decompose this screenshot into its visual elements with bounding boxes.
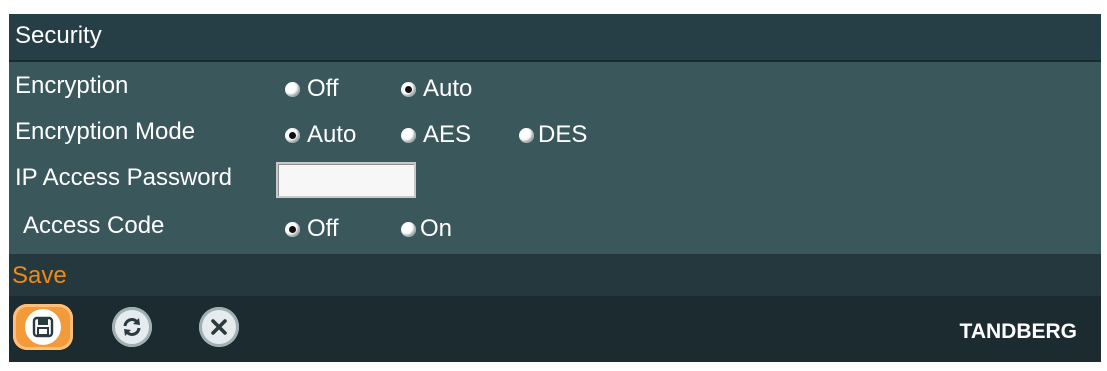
encryption-mode-des-label: DES (538, 121, 588, 148)
action-label: Save (12, 262, 67, 289)
access-code-row: Access Code Off On (9, 206, 1101, 248)
encryption-mode-label: Encryption Mode (15, 118, 196, 145)
encryption-mode-auto-radio[interactable] (285, 127, 300, 143)
ip-access-password-field[interactable] (276, 162, 416, 198)
ip-access-password-label: IP Access Password (15, 164, 232, 191)
access-code-on-radio[interactable] (401, 221, 416, 237)
encryption-auto-label: Auto (423, 75, 473, 102)
access-code-on-option[interactable]: On (401, 214, 452, 244)
cancel-button[interactable] (199, 307, 239, 347)
save-button[interactable] (13, 304, 73, 350)
encryption-mode-auto-label: Auto (307, 121, 357, 148)
floppy-disk-icon (32, 316, 54, 338)
access-code-off-option[interactable]: Off (285, 214, 339, 244)
access-code-on-label: On (420, 215, 453, 242)
refresh-icon (123, 318, 141, 336)
encryption-mode-des-radio[interactable] (519, 127, 534, 143)
security-settings-window: Security Encryption Off Auto Encryption … (9, 14, 1101, 362)
encryption-auto-radio[interactable] (401, 81, 416, 97)
encryption-off-radio[interactable] (285, 81, 300, 97)
encryption-mode-aes-radio[interactable] (401, 127, 416, 143)
save-button-face (25, 309, 61, 345)
encryption-row: Encryption Off Auto (9, 66, 1101, 108)
encryption-label: Encryption (15, 72, 129, 99)
refresh-button[interactable] (112, 307, 152, 347)
encryption-mode-row: Encryption Mode Auto AES DES (9, 112, 1101, 154)
encryption-mode-auto-option[interactable]: Auto (285, 120, 356, 150)
action-label-bar: Save (9, 254, 1101, 296)
encryption-auto-option[interactable]: Auto (401, 74, 472, 104)
encryption-off-label: Off (307, 75, 339, 102)
toolbar: TANDBERG (9, 296, 1101, 362)
encryption-mode-aes-option[interactable]: AES (401, 120, 471, 150)
settings-panel: Encryption Off Auto Encryption Mode Auto… (9, 62, 1101, 254)
encryption-mode-aes-label: AES (423, 121, 472, 148)
ip-access-password-row: IP Access Password (9, 158, 1101, 200)
access-code-label: Access Code (23, 212, 165, 239)
access-code-off-label: Off (307, 215, 339, 242)
encryption-off-option[interactable]: Off (285, 74, 339, 104)
access-code-off-radio[interactable] (285, 221, 300, 237)
close-icon (211, 319, 227, 335)
brand-logo: TANDBERG (959, 320, 1077, 343)
section-header: Security (9, 14, 1101, 62)
encryption-mode-des-option[interactable]: DES (519, 120, 587, 150)
section-title: Security (15, 22, 102, 49)
